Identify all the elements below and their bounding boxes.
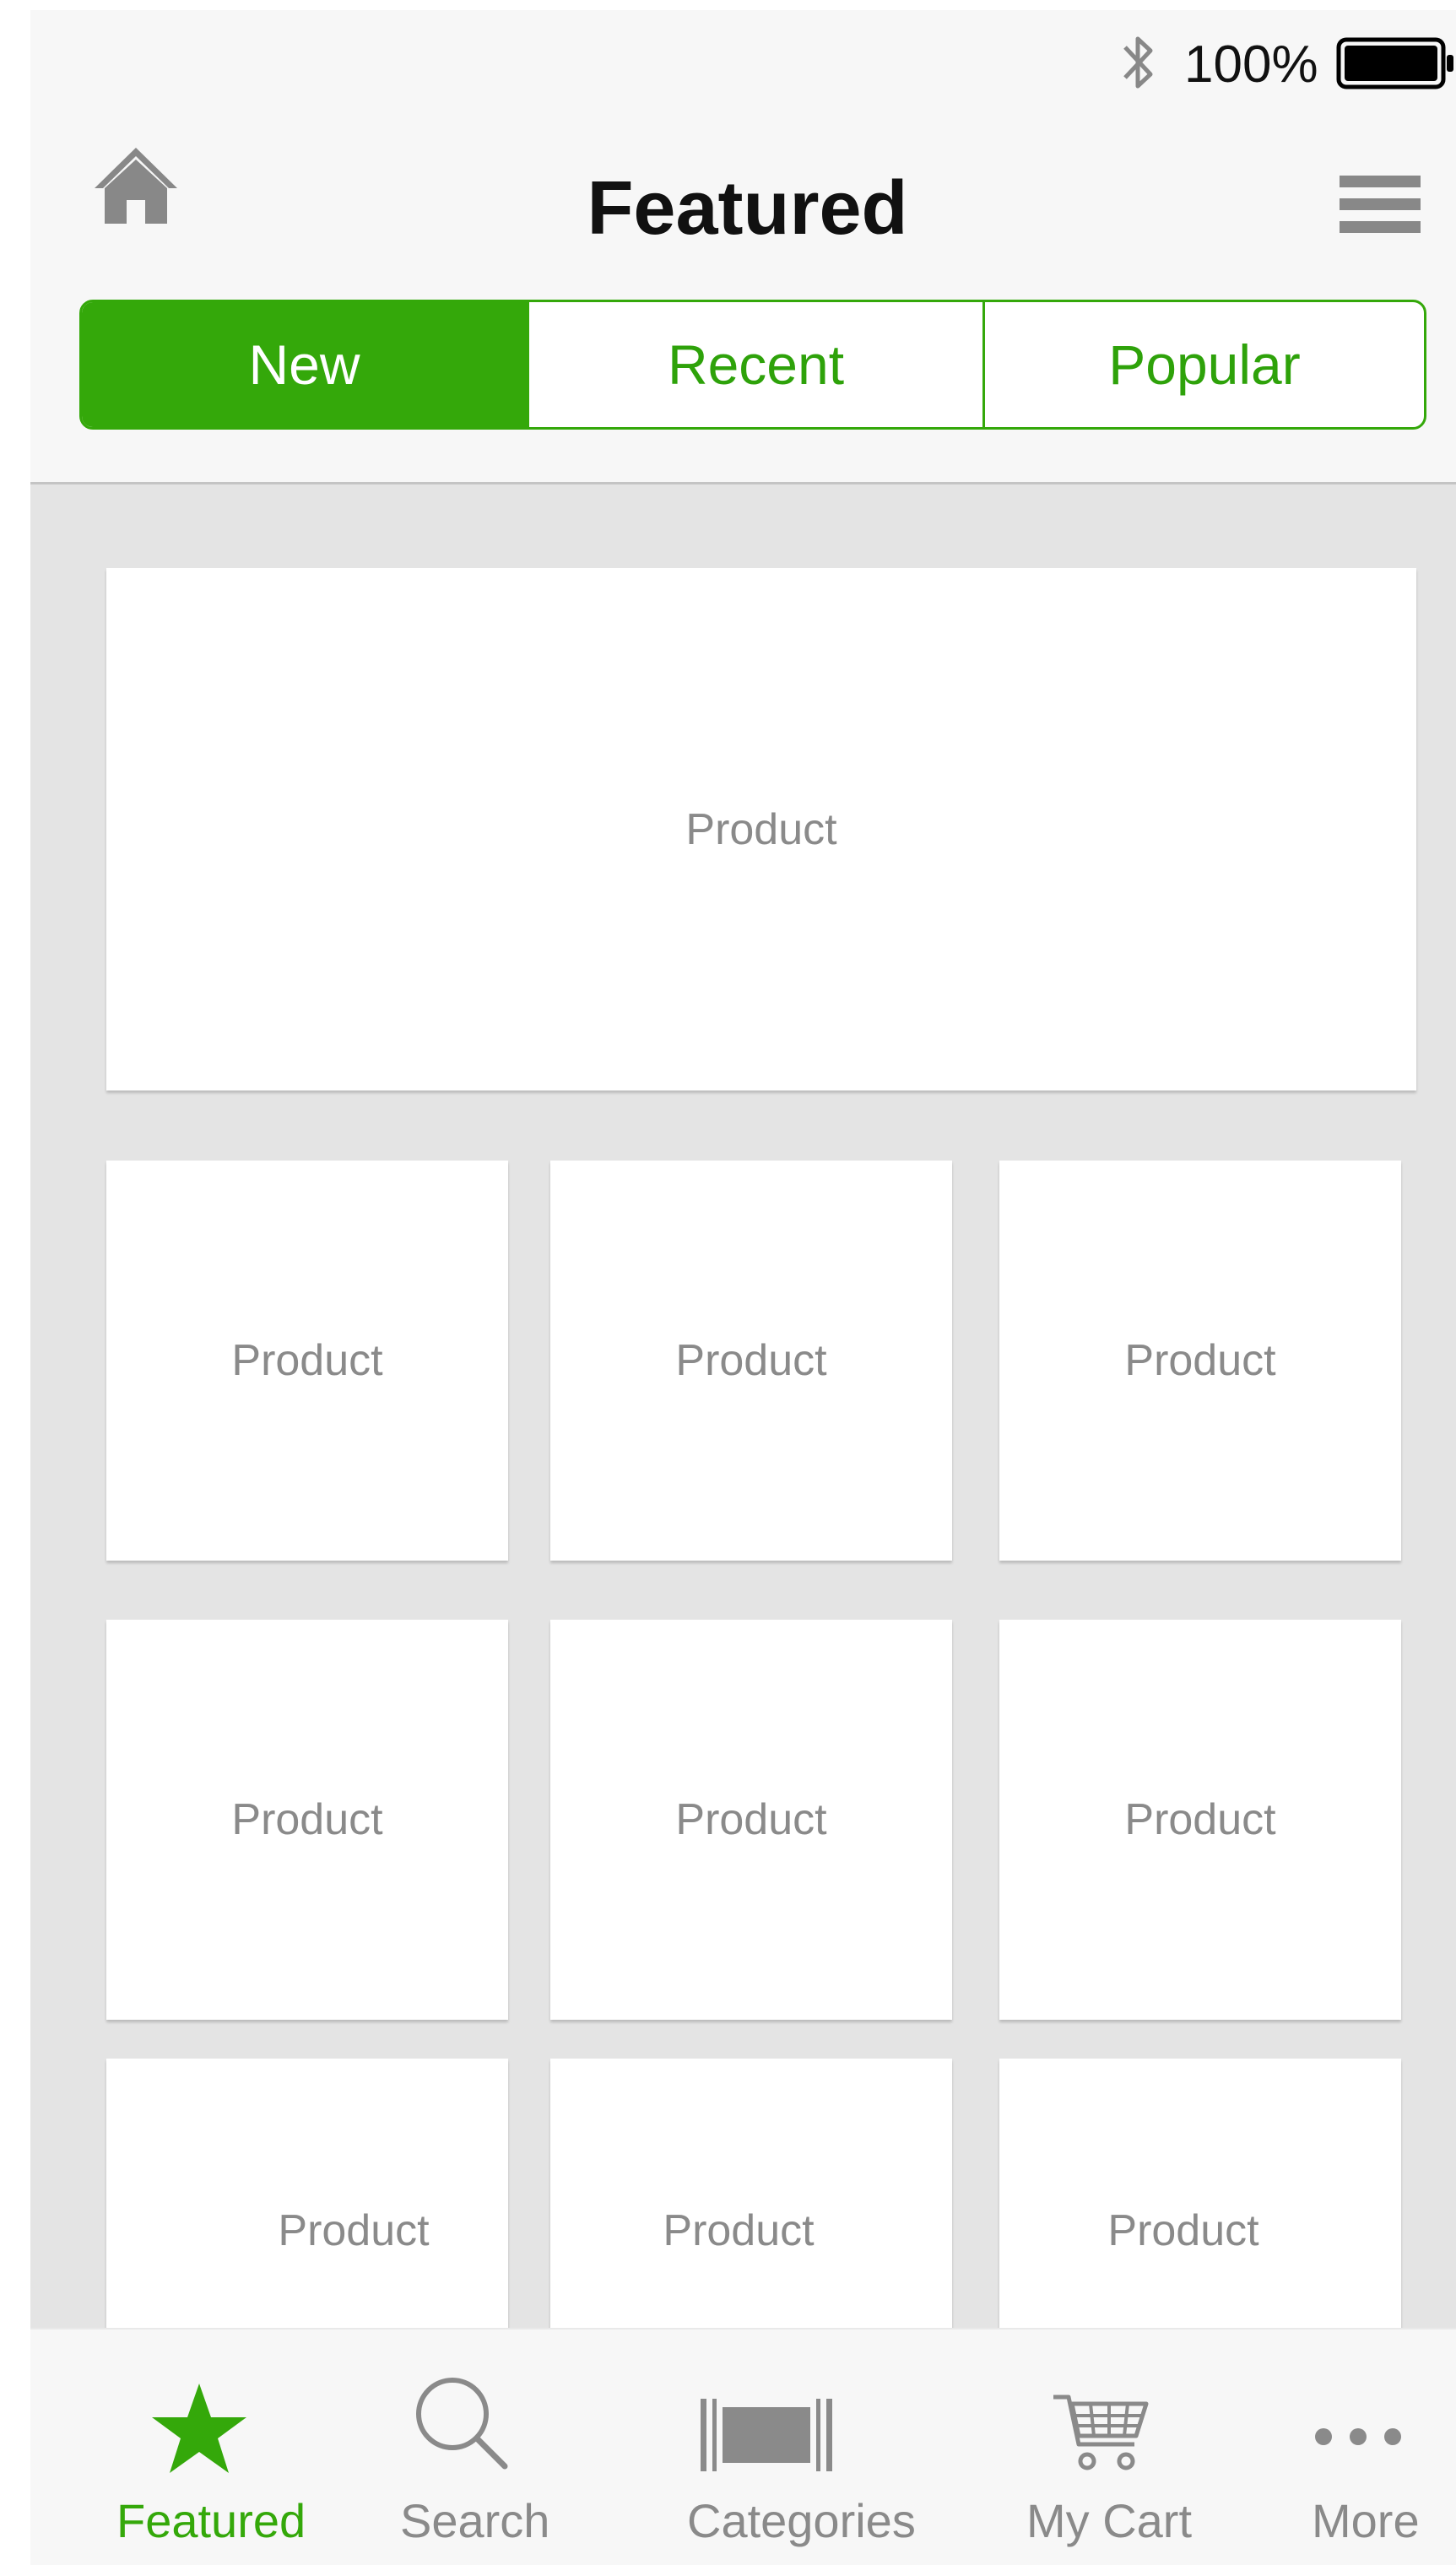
- tab-label: Featured: [116, 2494, 306, 2547]
- menu-icon[interactable]: [1340, 172, 1421, 238]
- header: 100% Featured New Recent Popular: [30, 10, 1456, 484]
- status-bar: 100%: [30, 10, 1456, 103]
- product-tile[interactable]: Product: [999, 1620, 1401, 2020]
- tab-label: More: [1312, 2494, 1420, 2547]
- barcode-icon: [701, 2399, 832, 2471]
- product-tile[interactable]: Product: [550, 1620, 952, 2020]
- product-label: Product: [231, 1795, 383, 1844]
- star-icon: [152, 2384, 246, 2473]
- tab-my-cart[interactable]: My Cart: [993, 2330, 1246, 2565]
- cart-icon: [1053, 2395, 1149, 2470]
- hero-product-tile[interactable]: Product: [106, 568, 1416, 1090]
- product-label: Product: [278, 2206, 430, 2255]
- product-label: Product: [1124, 1795, 1276, 1844]
- tab-more[interactable]: More: [1271, 2330, 1456, 2565]
- tab-label: Categories: [687, 2494, 916, 2547]
- more-icon: [1315, 2428, 1401, 2445]
- product-label: Product: [685, 804, 837, 854]
- segment-popular[interactable]: Popular: [982, 302, 1424, 427]
- product-label: Product: [675, 1336, 827, 1385]
- segmented-control: New Recent Popular: [79, 300, 1426, 430]
- page-title: Featured: [587, 166, 908, 251]
- tab-label: Search: [400, 2494, 550, 2547]
- segment-new[interactable]: New: [82, 302, 527, 427]
- search-icon: [416, 2378, 508, 2470]
- tab-search[interactable]: Search: [360, 2330, 613, 2565]
- bluetooth-icon: [1123, 36, 1153, 89]
- tab-featured[interactable]: Featured: [78, 2330, 331, 2565]
- product-label: Product: [663, 2206, 815, 2255]
- battery-icon: [1336, 37, 1453, 89]
- product-label: Product: [675, 1795, 827, 1844]
- tab-label: My Cart: [1026, 2494, 1192, 2547]
- product-tile[interactable]: Product: [106, 1620, 508, 2020]
- product-tile[interactable]: Product: [550, 1161, 952, 1561]
- app-screen: 100% Featured New Recent Popular Product: [30, 10, 1456, 2565]
- tab-bar: Featured Search Categories My Cart More: [30, 2328, 1456, 2565]
- tab-categories[interactable]: Categories: [641, 2330, 979, 2565]
- product-tile[interactable]: Product: [999, 1161, 1401, 1561]
- product-label: Product: [1107, 2206, 1259, 2255]
- battery-percentage: 100%: [1184, 35, 1318, 94]
- product-label: Product: [1124, 1336, 1276, 1385]
- segment-recent[interactable]: Recent: [527, 302, 982, 427]
- product-label: Product: [231, 1336, 383, 1385]
- product-tile[interactable]: Product: [106, 1161, 508, 1561]
